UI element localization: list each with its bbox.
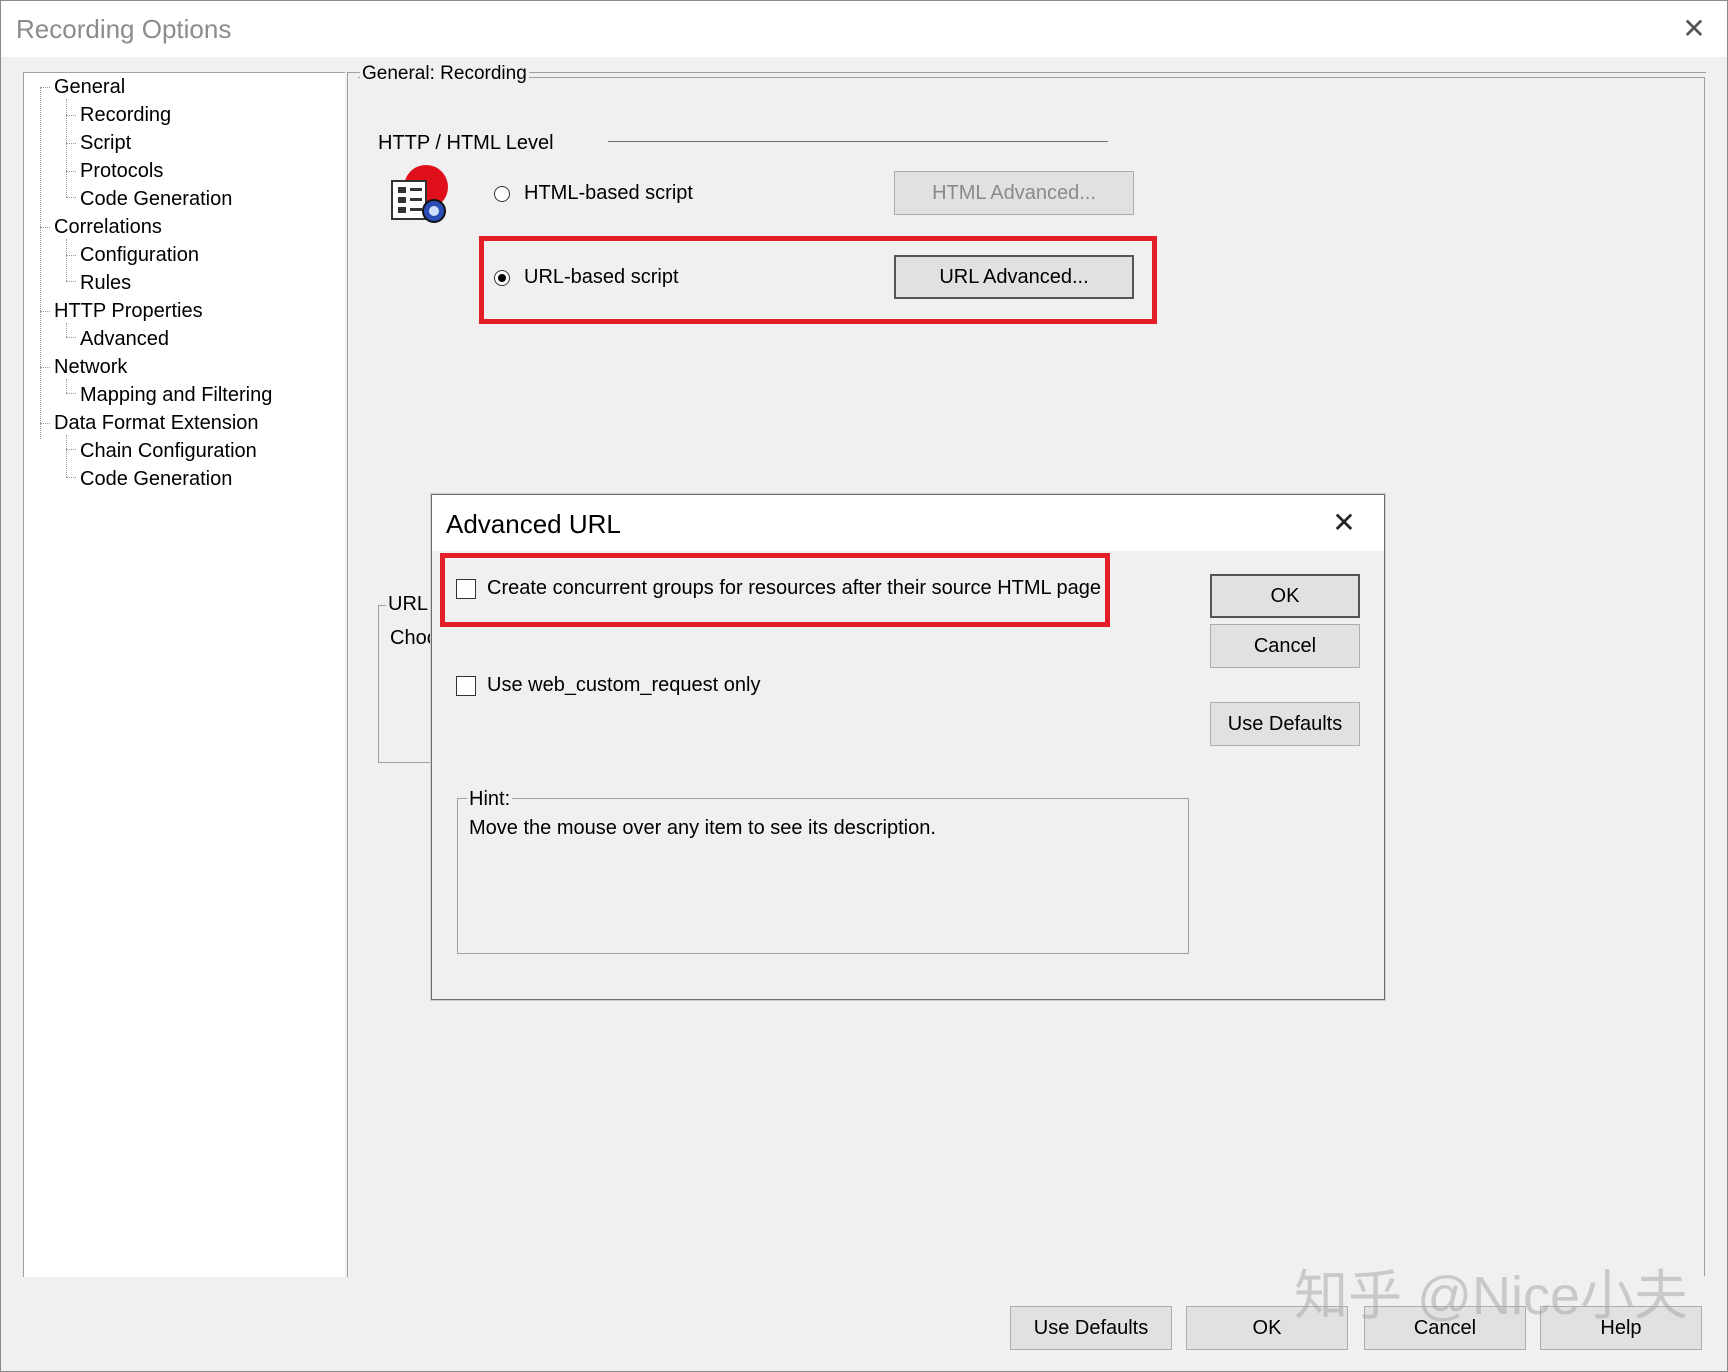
tree-item-data-format-extension[interactable]: Data Format Extension xyxy=(54,410,259,436)
tree-item-code-generation[interactable]: Code Generation xyxy=(80,186,232,212)
dialog-use-defaults-button[interactable]: Use Defaults xyxy=(1210,702,1360,746)
dialog-title: Advanced URL xyxy=(446,509,621,539)
window-title: Recording Options xyxy=(16,14,232,44)
dialog-close-icon[interactable]: ✕ xyxy=(1324,503,1364,543)
section-title: HTTP / HTML Level xyxy=(378,132,554,154)
tree-item-chain-configuration[interactable]: Chain Configuration xyxy=(80,438,257,464)
tree-item-script[interactable]: Script xyxy=(80,130,131,156)
tree-item-rules[interactable]: Rules xyxy=(80,270,131,296)
group-title: General: Recording xyxy=(360,63,529,85)
watermark: 知乎 @Nice小夫 xyxy=(1294,1266,1688,1326)
tree-item-configuration[interactable]: Configuration xyxy=(80,242,199,268)
dialog-ok-button[interactable]: OK xyxy=(1210,574,1360,618)
dialog-title-bar: Advanced URL ✕ xyxy=(432,495,1384,551)
tree-item-general[interactable]: General xyxy=(54,74,125,100)
web-custom-request-label: Use web_custom_request only xyxy=(487,674,761,696)
url-group-text: Choc xyxy=(390,627,437,649)
html-advanced-button[interactable]: HTML Advanced... xyxy=(894,171,1134,215)
dialog-cancel-button[interactable]: Cancel xyxy=(1210,624,1360,668)
tree-item-recording[interactable]: Recording xyxy=(80,102,171,128)
tree-item-http-properties[interactable]: HTTP Properties xyxy=(54,298,203,324)
concurrent-groups-label: Create concurrent groups for resources a… xyxy=(487,577,1101,599)
url-based-label: URL-based script xyxy=(524,266,679,288)
tree-item-mapping-and-filtering[interactable]: Mapping and Filtering xyxy=(80,382,272,408)
url-advanced-button[interactable]: URL Advanced... xyxy=(894,255,1134,299)
tree-item-network[interactable]: Network xyxy=(54,354,127,380)
title-bar: Recording Options ✕ xyxy=(1,1,1727,57)
window-close-icon[interactable]: ✕ xyxy=(1674,9,1714,49)
url-group-title: URL xyxy=(386,593,431,616)
tree-item-correlations[interactable]: Correlations xyxy=(54,214,162,240)
use-defaults-button[interactable]: Use Defaults xyxy=(1010,1306,1172,1350)
web-custom-request-checkbox[interactable] xyxy=(456,676,476,696)
recording-level-icon xyxy=(388,163,452,227)
tree-item-protocols[interactable]: Protocols xyxy=(80,158,163,184)
section-divider xyxy=(608,141,1108,142)
html-based-label: HTML-based script xyxy=(524,182,693,204)
hint-title: Hint: xyxy=(467,788,513,811)
hint-text: Move the mouse over any item to see its … xyxy=(469,817,936,839)
html-based-radio[interactable] xyxy=(494,186,510,202)
tree-item-code-generation-2[interactable]: Code Generation xyxy=(80,466,232,492)
options-tree: General Recording Script Protocols Code … xyxy=(23,72,345,1277)
advanced-url-dialog: Advanced URL ✕ Create concurrent groups … xyxy=(431,494,1385,1000)
url-based-radio[interactable] xyxy=(494,270,510,286)
concurrent-groups-checkbox[interactable] xyxy=(456,579,476,599)
tree-item-advanced[interactable]: Advanced xyxy=(80,326,169,352)
